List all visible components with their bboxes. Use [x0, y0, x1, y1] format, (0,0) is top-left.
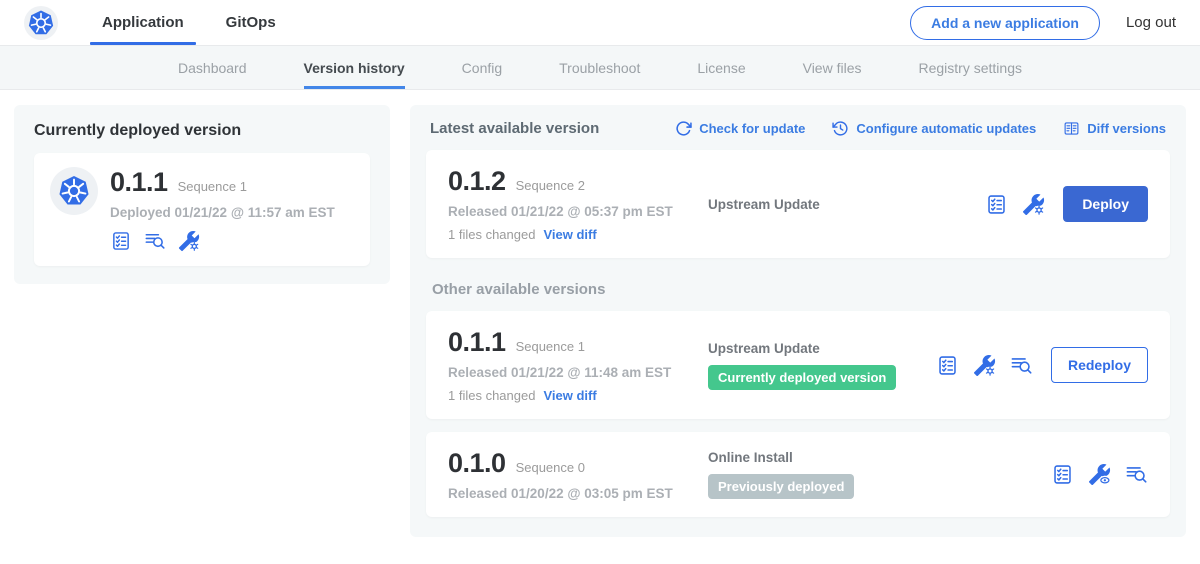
- preflight-checks-icon[interactable]: [110, 230, 132, 252]
- tab-gitops-label: GitOps: [226, 14, 276, 31]
- app-subnav: Dashboard Version history Config Trouble…: [0, 46, 1200, 90]
- version-history-panel: Latest available version Check for updat…: [410, 105, 1186, 537]
- subnav-dashboard[interactable]: Dashboard: [178, 46, 247, 89]
- version-icon-group: [936, 354, 1033, 377]
- version-card-0-1-2: 0.1.2 Sequence 2 Released 01/21/22 @ 05:…: [426, 150, 1170, 258]
- deployed-version-number: 0.1.1: [110, 167, 168, 198]
- edit-config-icon[interactable]: [1022, 193, 1045, 216]
- view-config-icon[interactable]: [1088, 463, 1111, 486]
- released-timestamp: Released 01/21/22 @ 11:48 am EST: [448, 365, 708, 380]
- version-details: 0.1.0 Sequence 0 Released 01/20/22 @ 03:…: [448, 448, 708, 501]
- diff-versions-link[interactable]: Diff versions: [1063, 120, 1166, 137]
- version-source: Upstream Update Currently deployed versi…: [708, 341, 936, 390]
- version-details: 0.1.2 Sequence 2 Released 01/21/22 @ 05:…: [448, 166, 708, 242]
- tab-gitops[interactable]: GitOps: [212, 0, 290, 45]
- auto-update-icon: [832, 120, 849, 137]
- app-logo: [50, 167, 98, 215]
- files-changed-label: 1 files changed: [448, 388, 535, 403]
- deployed-timestamp: Deployed 01/21/22 @ 11:57 am EST: [110, 205, 335, 220]
- refresh-icon: [675, 120, 692, 137]
- logout-link[interactable]: Log out: [1126, 14, 1176, 31]
- deploy-button[interactable]: Deploy: [1063, 186, 1148, 222]
- version-source: Online Install Previously deployed: [708, 450, 1051, 499]
- check-for-update-label: Check for update: [699, 121, 805, 136]
- version-card-actions: Deploy: [985, 186, 1148, 222]
- deploy-logs-icon[interactable]: [144, 230, 166, 252]
- previously-deployed-badge: Previously deployed: [708, 474, 854, 499]
- sequence-label: Sequence 0: [516, 460, 585, 475]
- version-card-actions: [1051, 463, 1148, 486]
- deploy-logs-icon[interactable]: [1125, 463, 1148, 486]
- preflight-checks-icon[interactable]: [985, 193, 1008, 216]
- version-icon-group: [985, 193, 1045, 216]
- deploy-logs-icon[interactable]: [1010, 354, 1033, 377]
- diff-versions-label: Diff versions: [1087, 121, 1166, 136]
- version-card-actions: Redeploy: [936, 347, 1148, 383]
- top-right-actions: Add a new application Log out: [910, 0, 1176, 45]
- edit-config-icon[interactable]: [973, 354, 996, 377]
- edit-config-icon[interactable]: [178, 230, 200, 252]
- files-changed-label: 1 files changed: [448, 227, 535, 242]
- currently-deployed-panel: Currently deployed version 0.1.1 Sequenc…: [14, 105, 390, 284]
- main-content: Currently deployed version 0.1.1 Sequenc…: [0, 90, 1200, 552]
- version-details: 0.1.1 Sequence 1 Released 01/21/22 @ 11:…: [448, 327, 708, 403]
- preflight-checks-icon[interactable]: [1051, 463, 1074, 486]
- deployed-version-card: 0.1.1 Sequence 1 Deployed 01/21/22 @ 11:…: [34, 153, 370, 266]
- version-number: 0.1.0: [448, 448, 506, 479]
- view-diff-link[interactable]: View diff: [543, 227, 596, 242]
- top-navbar: Application GitOps Add a new application…: [0, 0, 1200, 46]
- subnav-config[interactable]: Config: [462, 46, 502, 89]
- view-diff-link[interactable]: View diff: [543, 388, 596, 403]
- other-versions-title: Other available versions: [432, 281, 1164, 298]
- version-card-0-1-1: 0.1.1 Sequence 1 Released 01/21/22 @ 11:…: [426, 311, 1170, 419]
- sequence-label: Sequence 1: [516, 339, 585, 354]
- source-label: Online Install: [708, 450, 1051, 465]
- deployed-version-details: 0.1.1 Sequence 1 Deployed 01/21/22 @ 11:…: [110, 167, 335, 252]
- check-for-update-link[interactable]: Check for update: [675, 120, 805, 137]
- tab-application[interactable]: Application: [88, 0, 198, 45]
- kubernetes-logo: [24, 6, 58, 40]
- deployed-panel-title: Currently deployed version: [34, 122, 370, 140]
- currently-deployed-badge: Currently deployed version: [708, 365, 896, 390]
- latest-version-title: Latest available version: [430, 120, 599, 137]
- sequence-label: Sequence 2: [516, 178, 585, 193]
- preflight-checks-icon[interactable]: [936, 354, 959, 377]
- diff-icon: [1063, 120, 1080, 137]
- version-icon-group: [1051, 463, 1148, 486]
- configure-automatic-updates-link[interactable]: Configure automatic updates: [832, 120, 1036, 137]
- subnav-version-history[interactable]: Version history: [304, 46, 405, 89]
- deployed-version-actions: [110, 230, 335, 252]
- tab-application-label: Application: [102, 14, 184, 31]
- add-application-button[interactable]: Add a new application: [910, 6, 1100, 40]
- released-timestamp: Released 01/21/22 @ 05:37 pm EST: [448, 204, 708, 219]
- version-card-0-1-0: 0.1.0 Sequence 0 Released 01/20/22 @ 03:…: [426, 432, 1170, 517]
- configure-automatic-updates-label: Configure automatic updates: [856, 121, 1036, 136]
- subnav-license[interactable]: License: [697, 46, 745, 89]
- source-label: Upstream Update: [708, 197, 985, 212]
- released-timestamp: Released 01/20/22 @ 03:05 pm EST: [448, 486, 708, 501]
- source-label: Upstream Update: [708, 341, 936, 356]
- subnav-registry-settings[interactable]: Registry settings: [919, 46, 1022, 89]
- version-number: 0.1.2: [448, 166, 506, 197]
- redeploy-button[interactable]: Redeploy: [1051, 347, 1148, 383]
- version-number: 0.1.1: [448, 327, 506, 358]
- version-source: Upstream Update: [708, 197, 985, 212]
- deployed-sequence-label: Sequence 1: [178, 179, 247, 194]
- subnav-troubleshoot[interactable]: Troubleshoot: [559, 46, 640, 89]
- version-actions: Check for update Configure automatic upd…: [675, 120, 1166, 137]
- latest-version-header: Latest available version Check for updat…: [426, 120, 1170, 137]
- subnav-view-files[interactable]: View files: [803, 46, 862, 89]
